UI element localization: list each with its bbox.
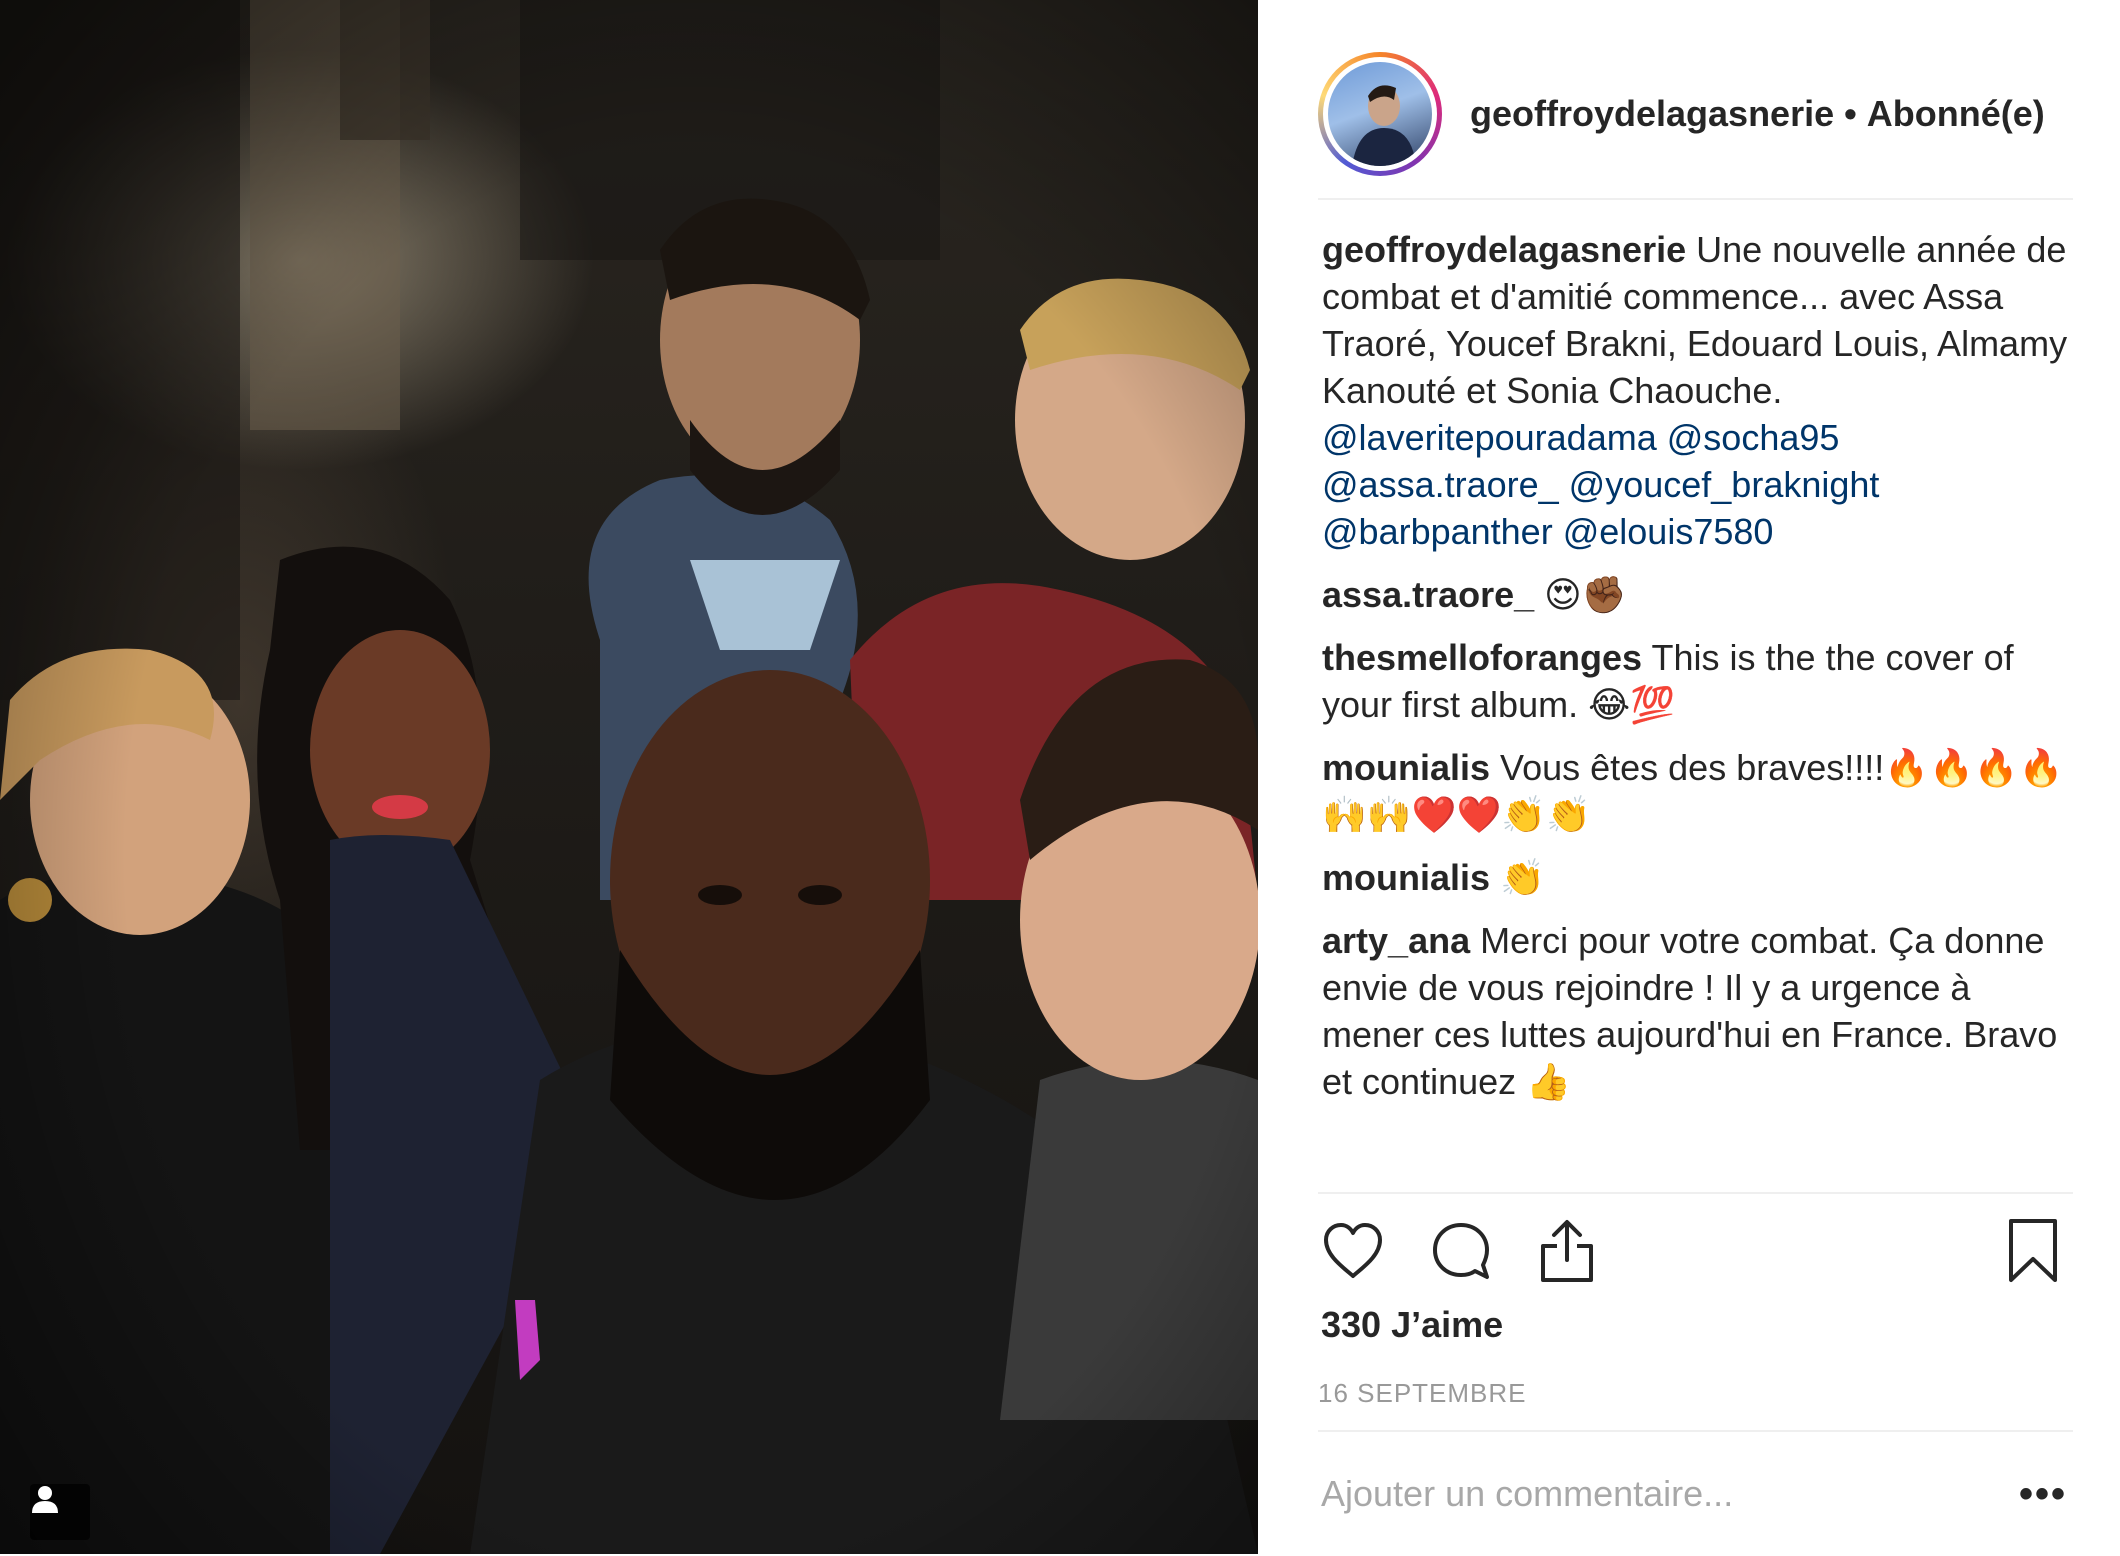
user-tag-icon	[32, 1486, 58, 1513]
comment-input[interactable]	[1318, 1473, 1961, 1515]
comment-item: mounialis 👏	[1322, 854, 2078, 901]
add-comment-bar: •••	[1318, 1430, 2073, 1556]
author-username[interactable]: geoffroydelagasnerie	[1470, 93, 1834, 135]
post-details-panel: geoffroydelagasnerie • Abonné(e) geoffro…	[1258, 0, 2120, 1554]
mention-link[interactable]: @barbpanther	[1322, 511, 1553, 552]
comments-list: geoffroydelagasnerie Une nouvelle année …	[1322, 226, 2078, 1121]
comment-username[interactable]: mounialis	[1322, 747, 1490, 788]
comment-item: arty_ana Merci pour votre combat. Ça don…	[1322, 917, 2078, 1105]
comment-text: 😍✊🏾	[1544, 574, 1627, 615]
comment-text: 👏	[1500, 857, 1545, 898]
post-date: 16 SEPTEMBRE	[1318, 1378, 1527, 1408]
bookmark-icon	[2009, 1219, 2057, 1282]
avatar[interactable]	[1318, 52, 1442, 176]
header-text: geoffroydelagasnerie • Abonné(e)	[1470, 93, 2045, 135]
likes-count[interactable]: 330 J’aime	[1321, 1304, 1503, 1346]
post-header: geoffroydelagasnerie • Abonné(e)	[1318, 30, 2073, 200]
action-bar: 330 J’aime	[1318, 1192, 2073, 1374]
comment-item: mounialis Vous êtes des braves!!!!🔥🔥🔥🔥🙌🙌…	[1322, 744, 2078, 838]
post-photo[interactable]	[0, 0, 1258, 1554]
mention-link[interactable]: @elouis7580	[1563, 511, 1774, 552]
comment-item: assa.traore_ 😍✊🏾	[1322, 571, 2078, 618]
avatar-image	[1328, 62, 1432, 166]
caption: geoffroydelagasnerie Une nouvelle année …	[1322, 226, 2078, 555]
mention-link[interactable]: @youcef_braknight	[1569, 464, 1880, 505]
mention-link[interactable]: @assa.traore_	[1322, 464, 1559, 505]
separator-dot: •	[1844, 93, 1857, 134]
comment-bubble-icon	[1433, 1223, 1489, 1279]
mention-link[interactable]: @laveritepouradama	[1322, 417, 1657, 458]
share-button[interactable]	[1532, 1216, 1602, 1286]
photo-illustration	[0, 0, 1258, 1554]
comment-item: thesmelloforanges This is the the cover …	[1322, 634, 2078, 728]
comment-button[interactable]	[1426, 1216, 1496, 1286]
heart-icon	[1324, 1223, 1382, 1278]
share-icon	[1541, 1220, 1593, 1282]
follow-status-button[interactable]: Abonné(e)	[1867, 93, 2045, 135]
comment-username[interactable]: arty_ana	[1322, 920, 1470, 961]
caption-username[interactable]: geoffroydelagasnerie	[1322, 229, 1686, 270]
user-tag-button[interactable]	[30, 1484, 90, 1540]
more-options-button[interactable]: •••	[2019, 1472, 2067, 1517]
like-button[interactable]	[1318, 1216, 1388, 1286]
comment-username[interactable]: thesmelloforanges	[1322, 637, 1642, 678]
comment-username[interactable]: mounialis	[1322, 857, 1490, 898]
comment-username[interactable]: assa.traore_	[1322, 574, 1534, 615]
mention-link[interactable]: @socha95	[1667, 417, 1840, 458]
save-button[interactable]	[1998, 1216, 2068, 1286]
